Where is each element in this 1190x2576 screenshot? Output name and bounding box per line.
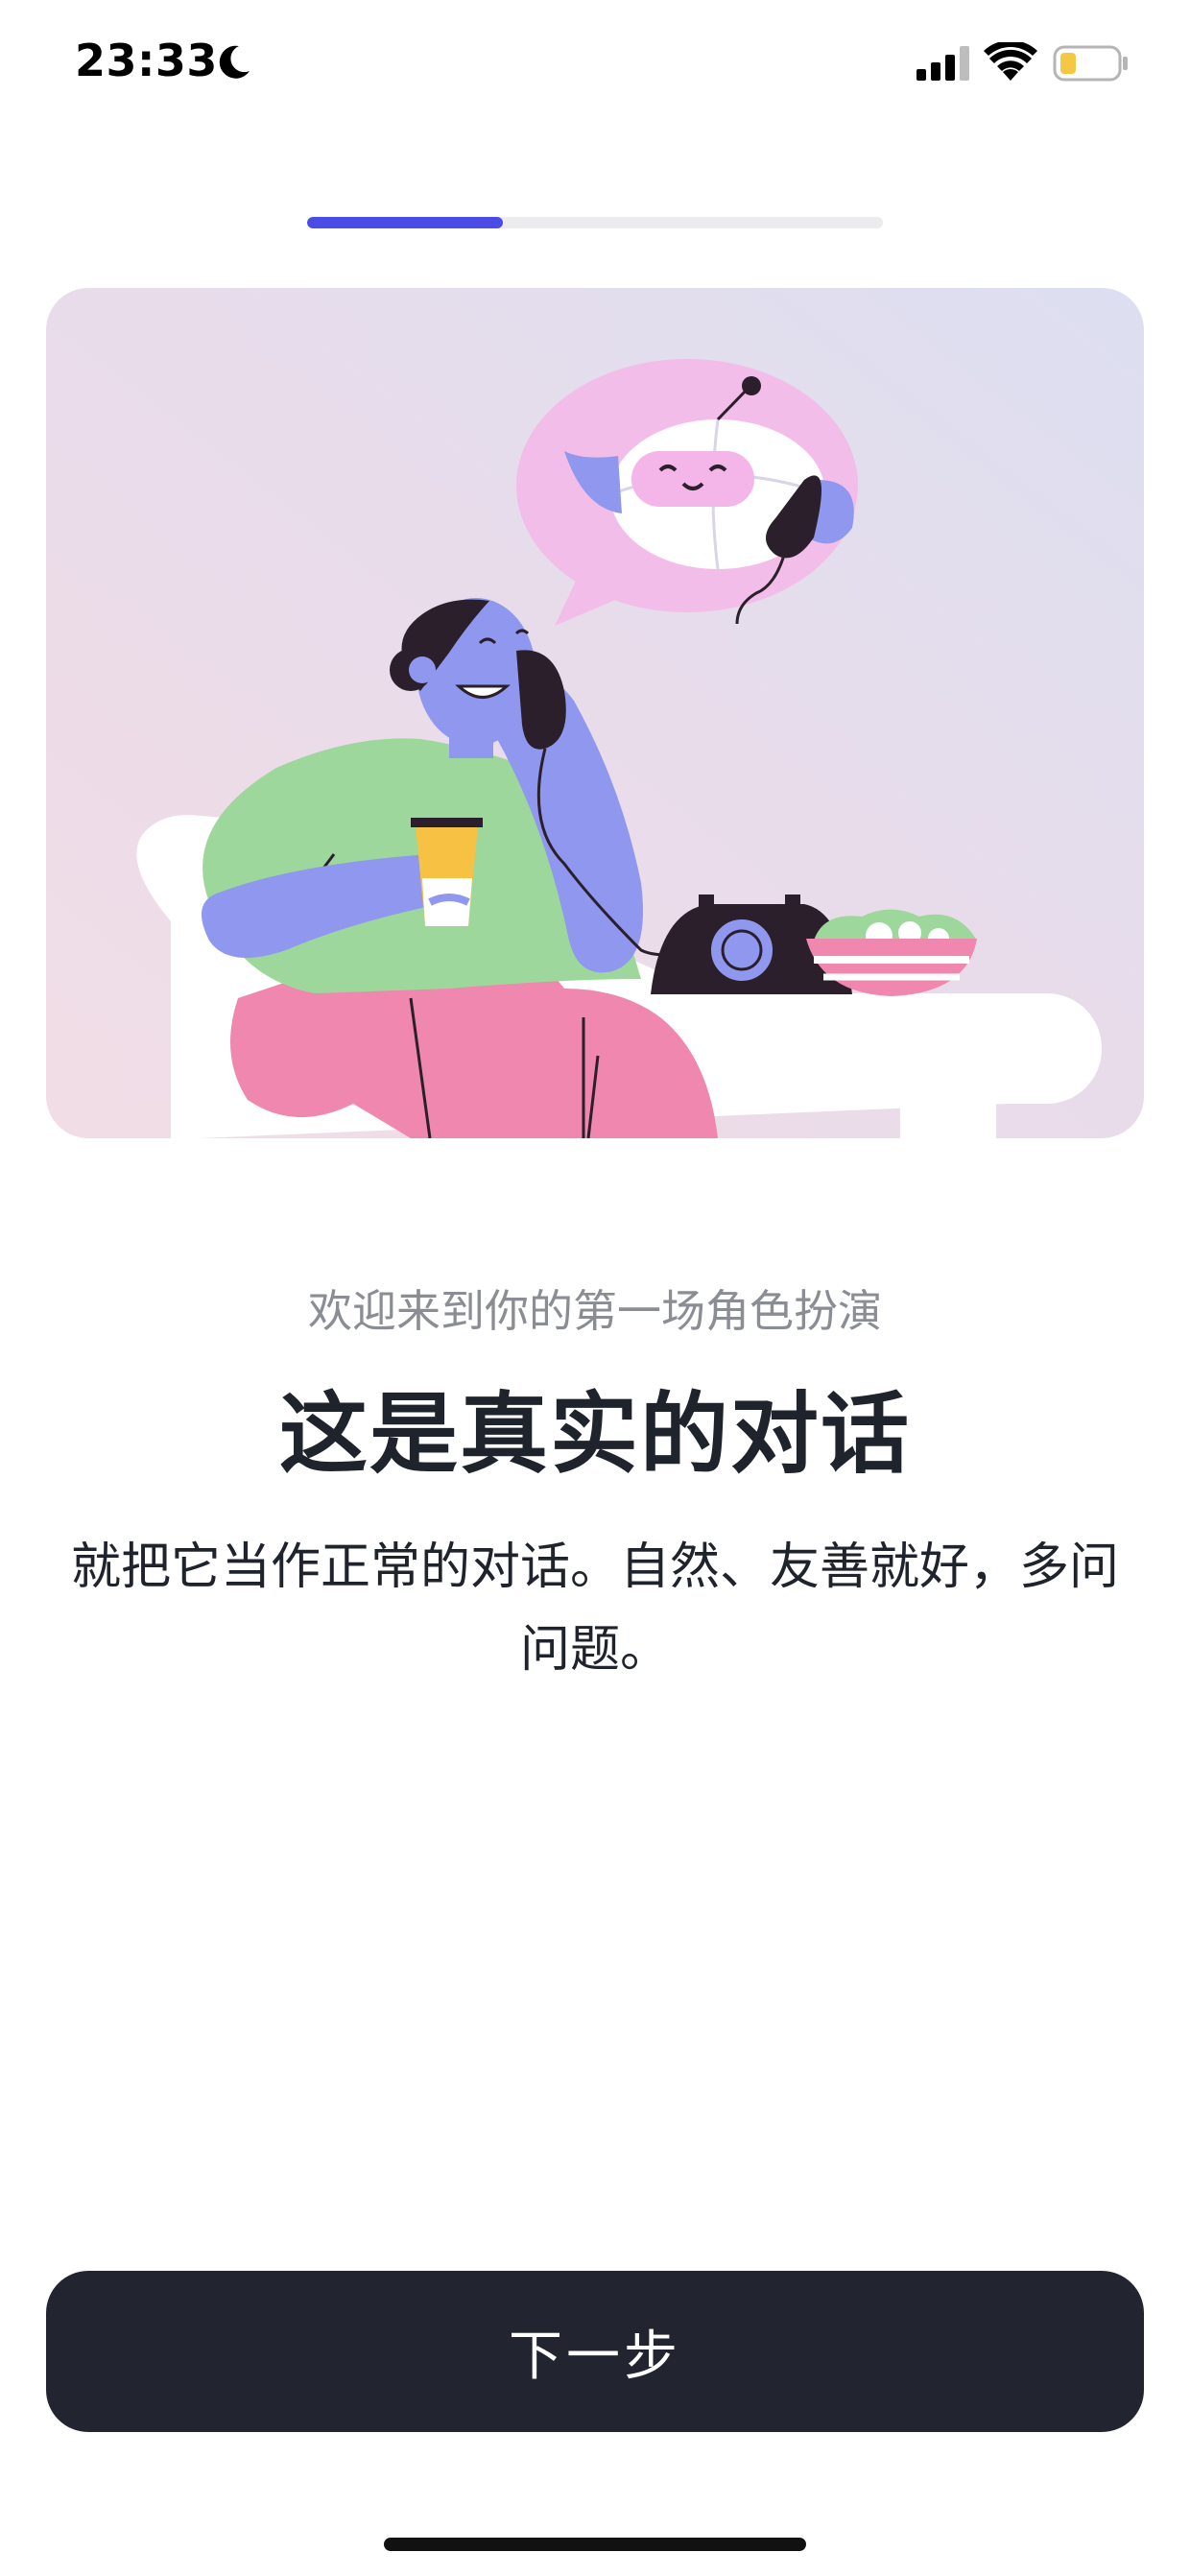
wifi-icon bbox=[984, 42, 1037, 81]
onboarding-progress-bar bbox=[307, 217, 883, 228]
home-indicator[interactable] bbox=[384, 2538, 806, 2551]
onboarding-progress-fill bbox=[307, 217, 503, 228]
next-button[interactable]: 下一步 bbox=[46, 2271, 1144, 2432]
illustration-svg bbox=[46, 288, 1144, 1138]
status-time: 23:33 bbox=[75, 35, 218, 86]
battery-icon bbox=[1053, 45, 1128, 82]
status-bar: 23:33 bbox=[0, 0, 1190, 134]
description-text: 就把它当作正常的对话。自然、友善就好，多问问题。 bbox=[70, 1538, 1119, 1679]
moon-icon bbox=[219, 45, 250, 79]
page-title: 这是真实的对话 bbox=[278, 1383, 911, 1486]
welcome-subtitle: 欢迎来到你的第一场角色扮演 bbox=[308, 1285, 882, 1337]
signal-icon bbox=[916, 46, 969, 81]
illustration-woman-on-phone-with-robot bbox=[46, 288, 1144, 1138]
